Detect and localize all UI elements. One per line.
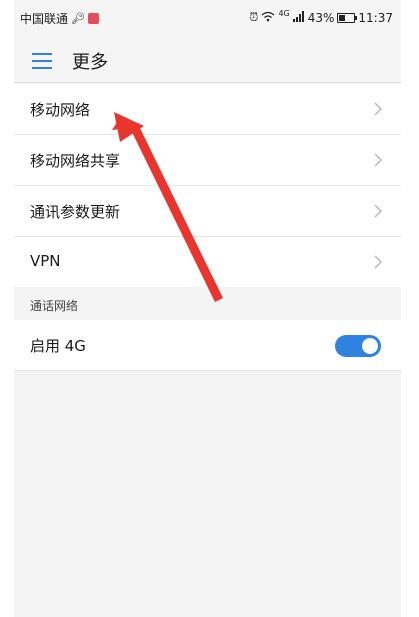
phone-screen: 中国联通 🔑︎ ⏰︎ 4G 43% 11:37 更多 移动网络 移动网络共享 通… xyxy=(14,0,401,617)
toggle-knob xyxy=(362,338,378,354)
chevron-right-icon xyxy=(374,204,382,218)
section-header-calls: 通话网络 xyxy=(14,287,401,320)
status-right: ⏰︎ 4G 43% 11:37 xyxy=(249,9,393,25)
settings-list: 移动网络 移动网络共享 通讯参数更新 VPN 通话网络 启用 4G xyxy=(14,84,401,371)
alarm-icon: ⏰︎ xyxy=(249,10,259,24)
battery-percent: 43% xyxy=(307,10,335,25)
app-header: 更多 xyxy=(14,38,401,83)
list-item-carrier-settings-update[interactable]: 通讯参数更新 xyxy=(14,186,401,237)
list-item-label: 移动网络共享 xyxy=(30,152,121,170)
message-badge-icon xyxy=(87,13,99,24)
status-bar: 中国联通 🔑︎ ⏰︎ 4G 43% 11:37 xyxy=(14,0,401,38)
clock-time: 11:37 xyxy=(358,10,393,25)
battery-icon xyxy=(337,12,358,23)
signal-type-label: 4G xyxy=(278,9,290,18)
list-item-label: 移动网络 xyxy=(30,101,91,119)
status-left: 中国联通 🔑︎ xyxy=(20,10,99,27)
list-item-label: 通讯参数更新 xyxy=(30,203,121,221)
section-header-label: 通话网络 xyxy=(30,299,79,313)
page-title: 更多 xyxy=(72,52,108,73)
chevron-right-icon xyxy=(374,255,382,269)
chevron-right-icon xyxy=(374,153,382,167)
hamburger-menu-icon[interactable] xyxy=(32,53,52,69)
chevron-right-icon xyxy=(374,102,382,116)
list-item-mobile-network[interactable]: 移动网络 xyxy=(14,84,401,135)
list-item-label: VPN xyxy=(30,252,61,270)
list-item-tethering[interactable]: 移动网络共享 xyxy=(14,135,401,186)
wifi-icon xyxy=(261,11,275,25)
battery-fill xyxy=(339,14,346,21)
key-icon: 🔑︎ xyxy=(71,12,85,25)
list-item-vpn[interactable]: VPN xyxy=(14,237,401,287)
signal-bars-icon xyxy=(292,10,305,25)
carrier-name: 中国联通 xyxy=(20,12,69,26)
list-item-label: 启用 4G xyxy=(30,337,86,355)
list-item-enable-4g[interactable]: 启用 4G xyxy=(14,320,401,371)
enable-4g-toggle[interactable] xyxy=(335,335,381,357)
